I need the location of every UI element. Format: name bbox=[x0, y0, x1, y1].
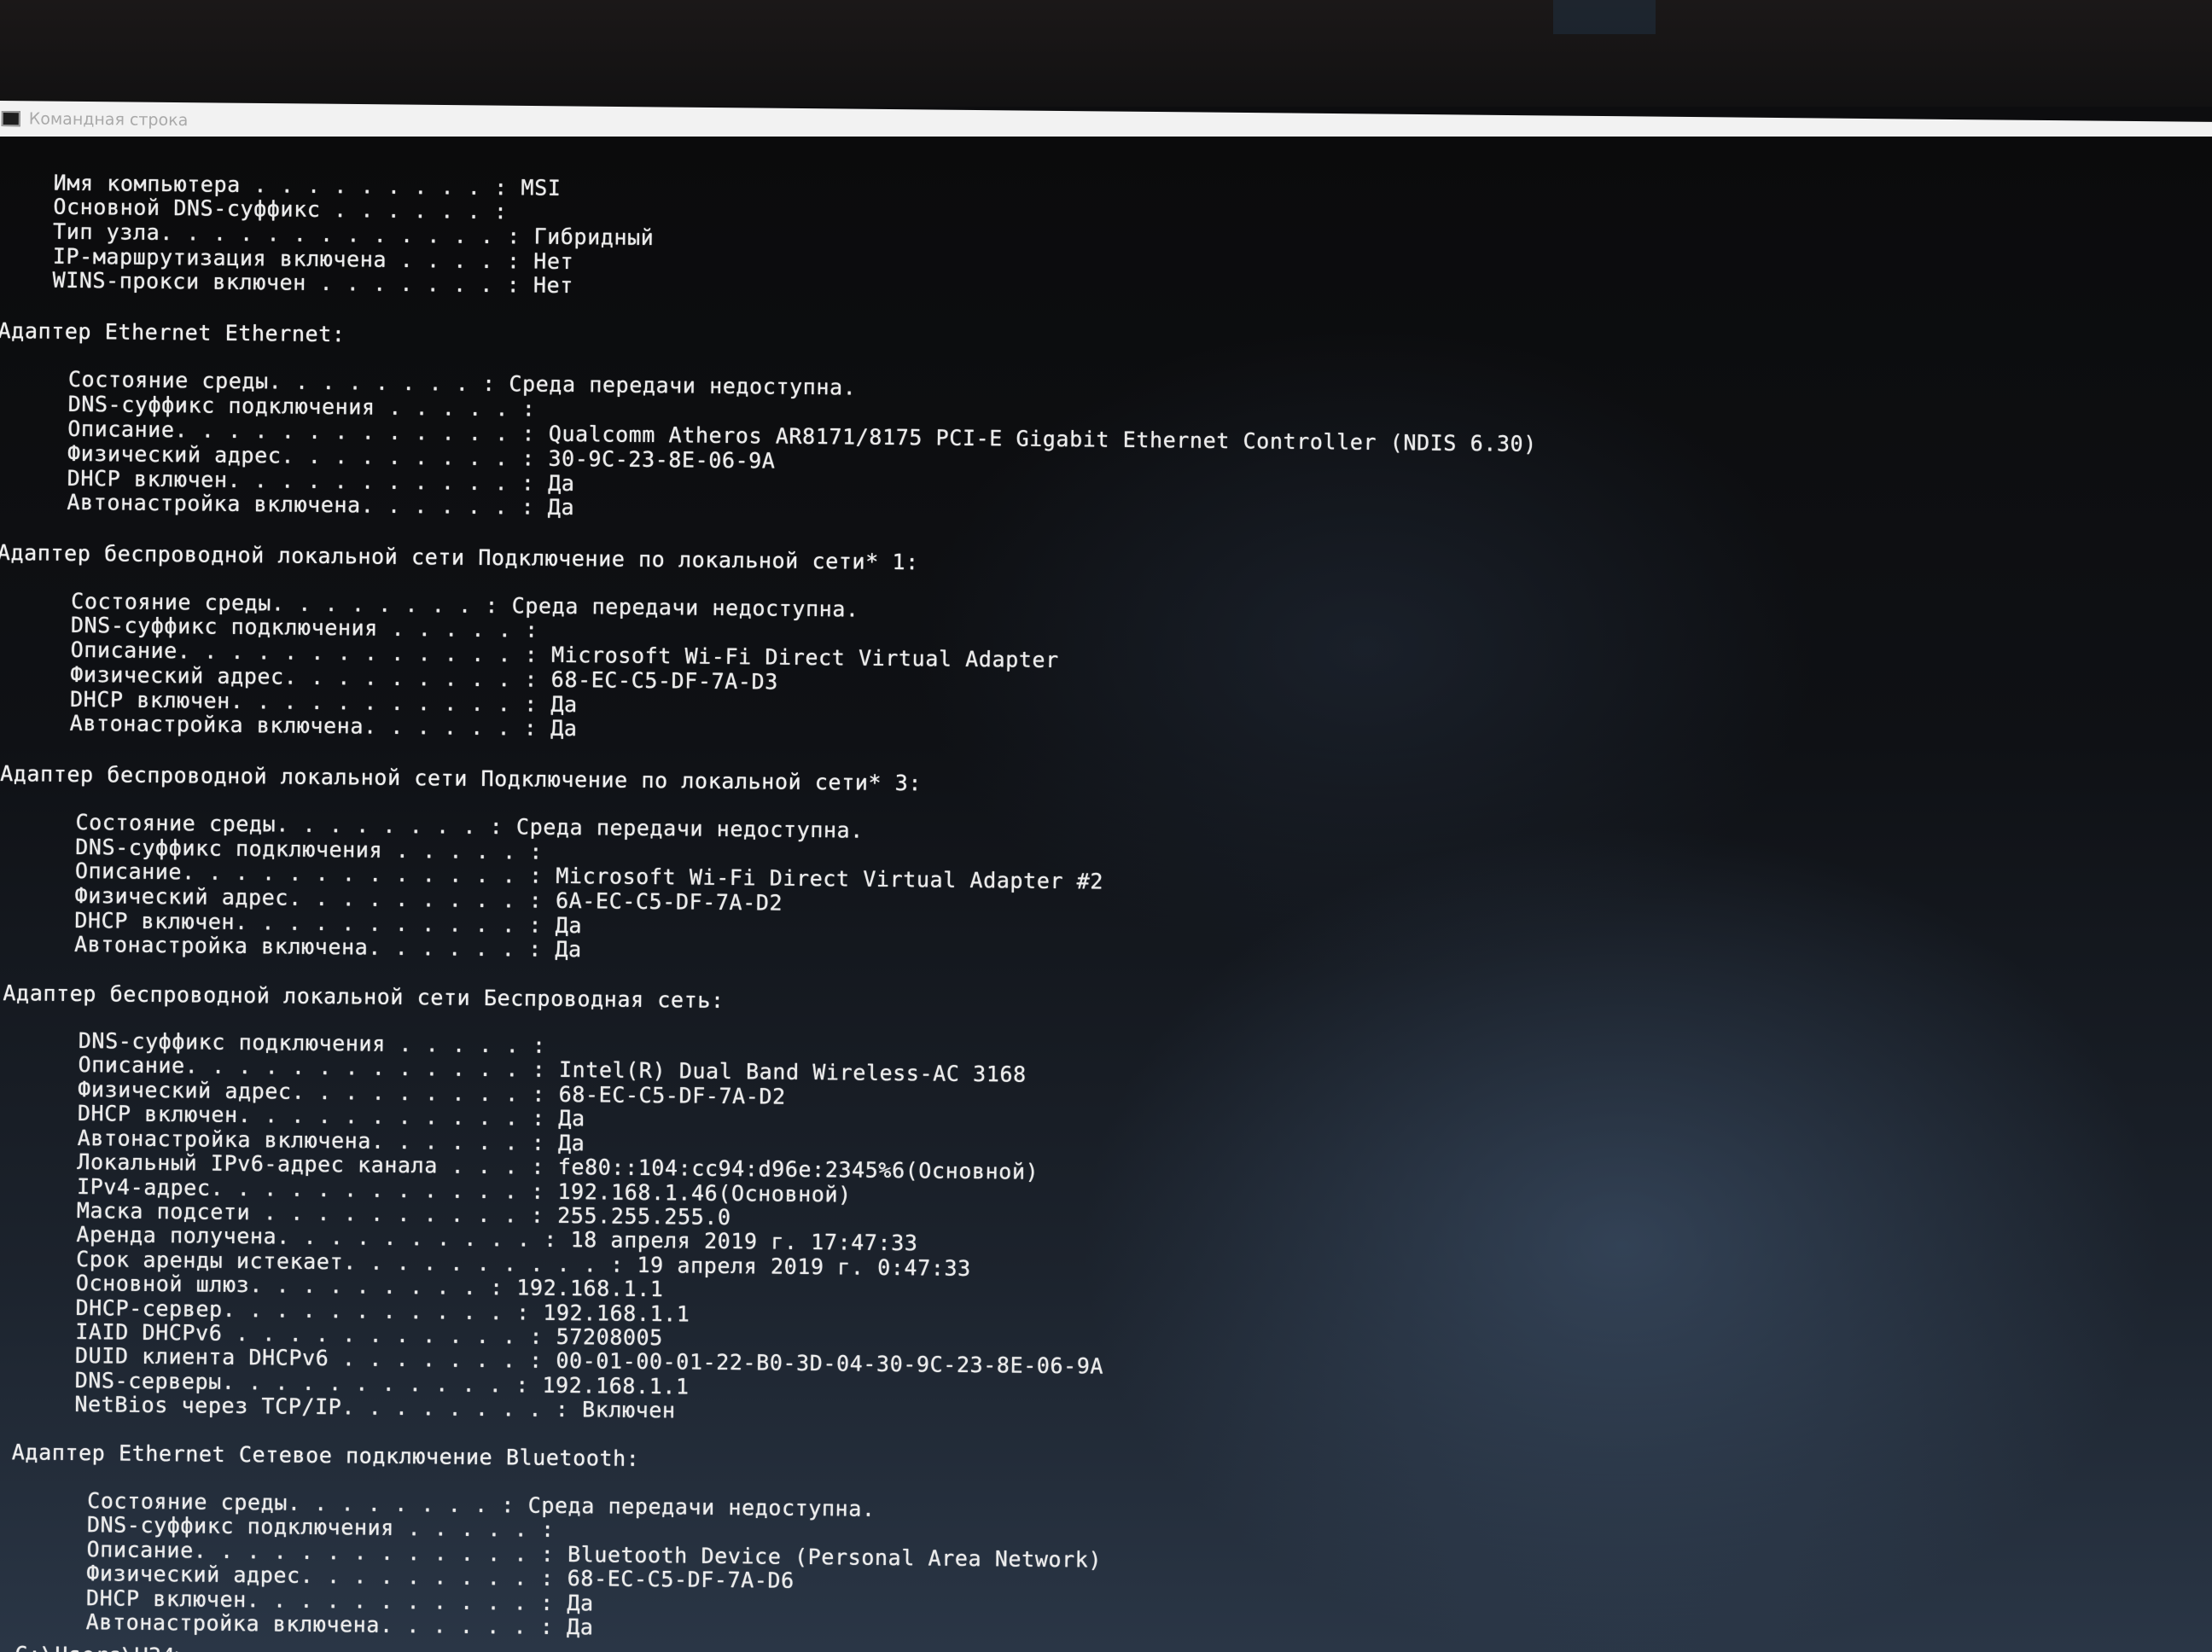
cmd-icon bbox=[1, 111, 20, 127]
console-line: Автонастройка включена. . . . . . : Да bbox=[29, 710, 578, 742]
monitor-bezel bbox=[0, 0, 2212, 107]
command-prompt[interactable]: C:\Users\Ы34> bbox=[15, 1642, 189, 1652]
background-reflection bbox=[1553, 0, 1656, 34]
adapter-header: Адаптер беспроводной локальной сети Подк… bbox=[0, 761, 923, 796]
console-line: WINS-прокси включен . . . . . . . : Нет bbox=[26, 267, 574, 299]
adapter-header: Адаптер беспроводной локальной сети Подк… bbox=[0, 539, 919, 575]
adapter-header: Адаптер Ethernet Ethernet: bbox=[0, 317, 346, 347]
adapter-header: Адаптер Ethernet Сетевое подключение Blu… bbox=[11, 1440, 640, 1471]
console-output[interactable]: Имя компьютера . . . . . . . . . : MSI О… bbox=[0, 137, 2212, 1652]
window-title: Командная строка bbox=[28, 109, 189, 131]
console-line: Автонастройка включена. . . . . . : Да bbox=[45, 1608, 594, 1640]
adapter-header: Адаптер беспроводной локальной сети Бесп… bbox=[3, 980, 725, 1013]
console-line: Автонастройка включена. . . . . . : Да bbox=[33, 931, 582, 963]
console-line: Автонастройка включена. . . . . . : Да bbox=[26, 489, 575, 521]
console-line: NetBios через TCP/IP. . . . . . . . : Вк… bbox=[34, 1391, 676, 1423]
